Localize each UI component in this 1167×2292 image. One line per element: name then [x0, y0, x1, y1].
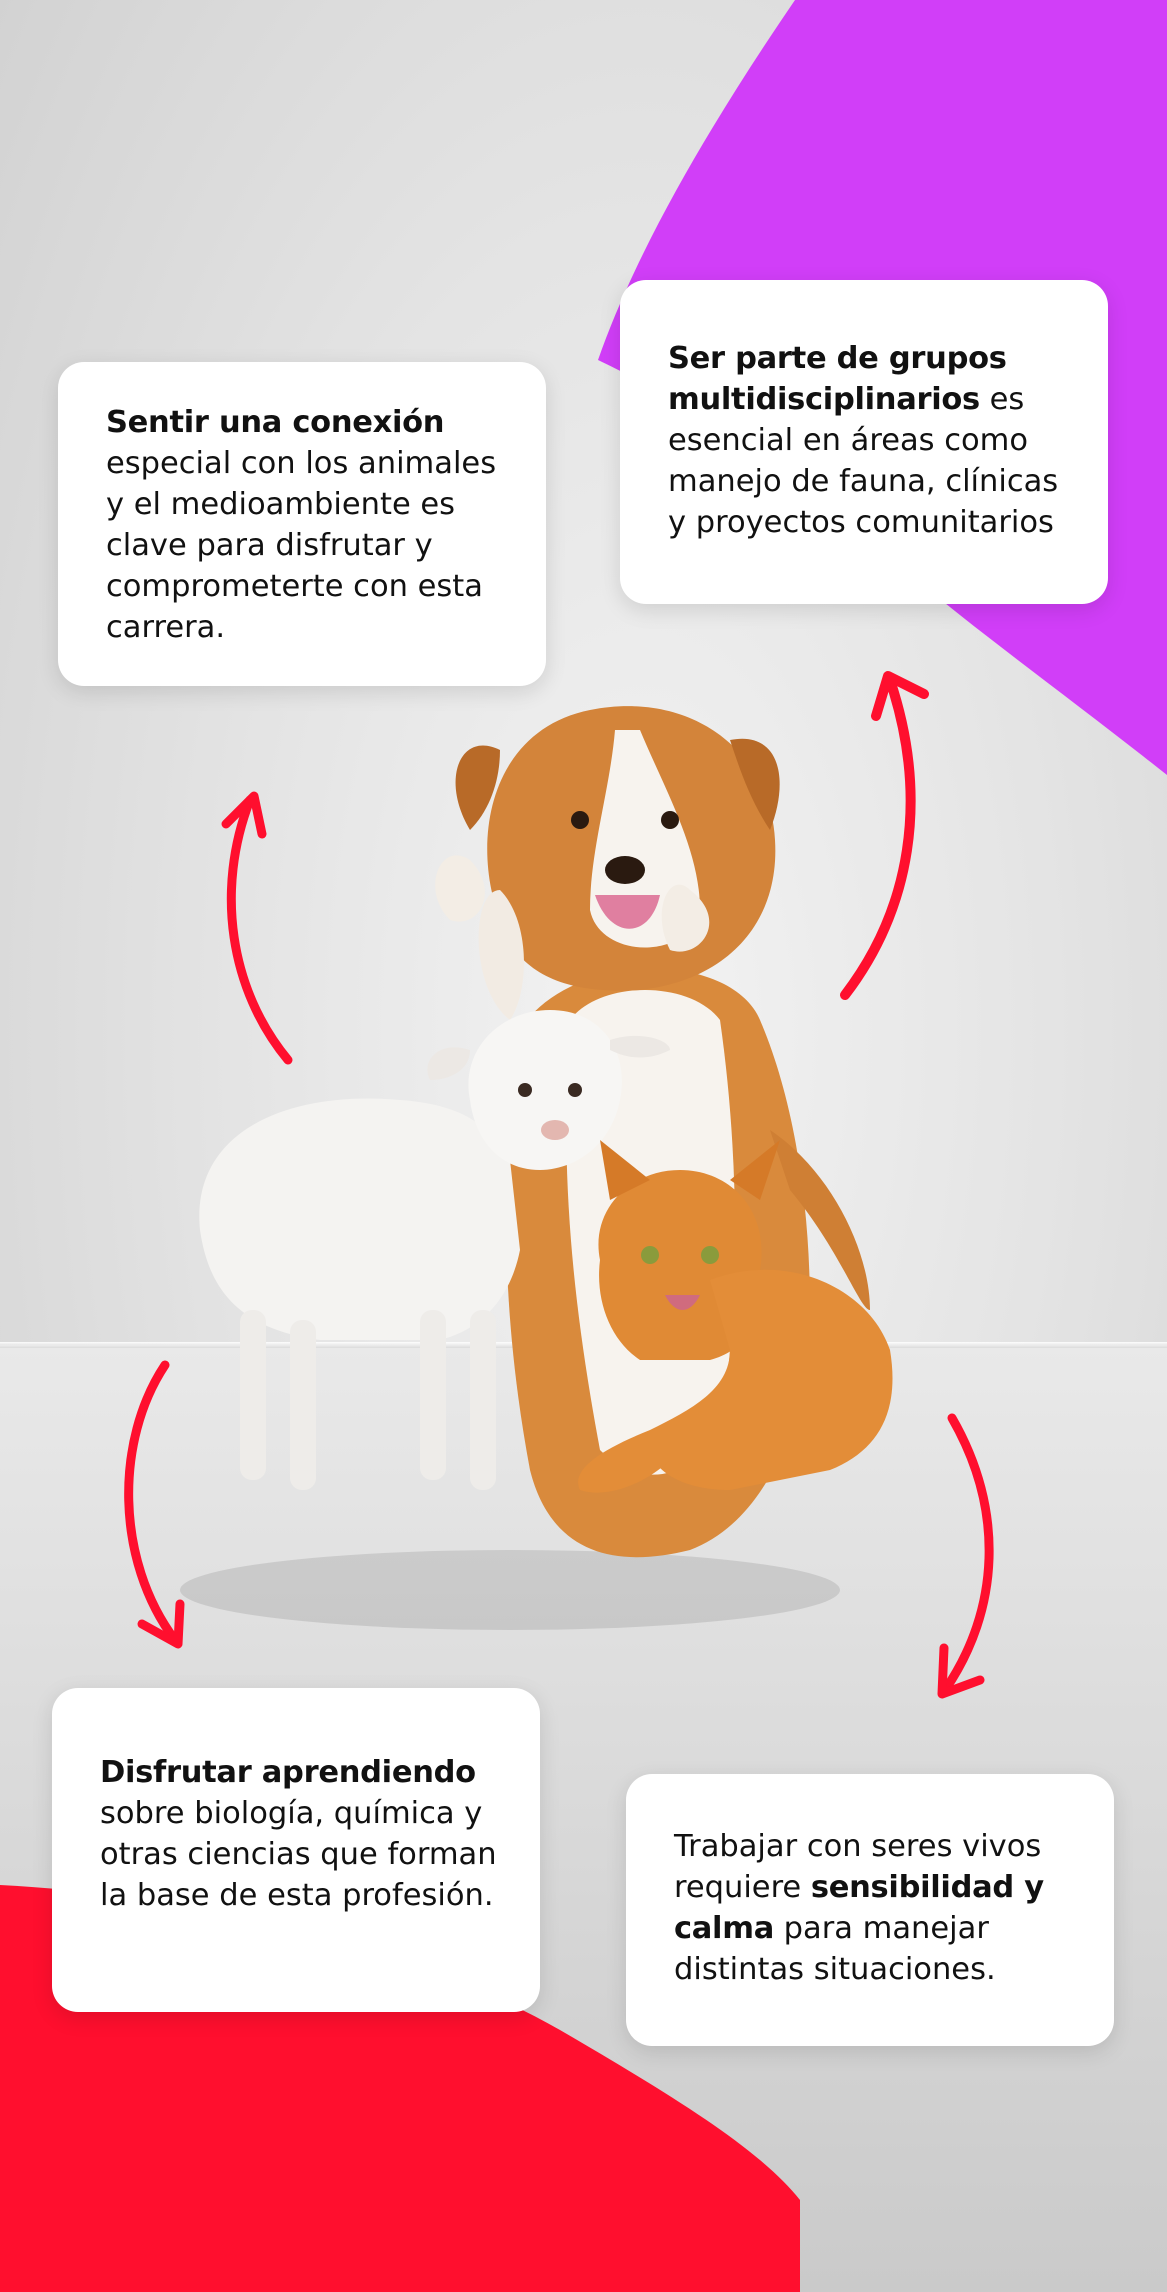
- card-text: sobre biología, química y otras ciencias…: [100, 1796, 497, 1913]
- card-heading: Ser parte de grupos multidisciplinarios: [668, 341, 1007, 417]
- info-card-sensitivity: Trabajar con seres vivos requiere sensib…: [626, 1774, 1114, 2046]
- arrow-up-left-icon: [221, 791, 293, 1065]
- infographic-canvas: Sentir una conexión especial con los ani…: [0, 0, 1167, 2292]
- info-card-teams: Ser parte de grupos multidisciplinarios …: [620, 280, 1108, 604]
- arrow-down-left-icon: [124, 1360, 185, 1649]
- arrow-up-right-icon: [840, 671, 929, 1000]
- card-heading: Disfrutar aprendiendo: [100, 1755, 476, 1790]
- arrow-down-right-icon: [937, 1413, 994, 1699]
- card-text: especial con los animales y el medioambi…: [106, 446, 497, 645]
- info-card-learning: Disfrutar aprendiendo sobre biología, qu…: [52, 1688, 540, 2012]
- info-card-connection: Sentir una conexión especial con los ani…: [58, 362, 546, 686]
- card-heading: Sentir una conexión: [106, 405, 445, 440]
